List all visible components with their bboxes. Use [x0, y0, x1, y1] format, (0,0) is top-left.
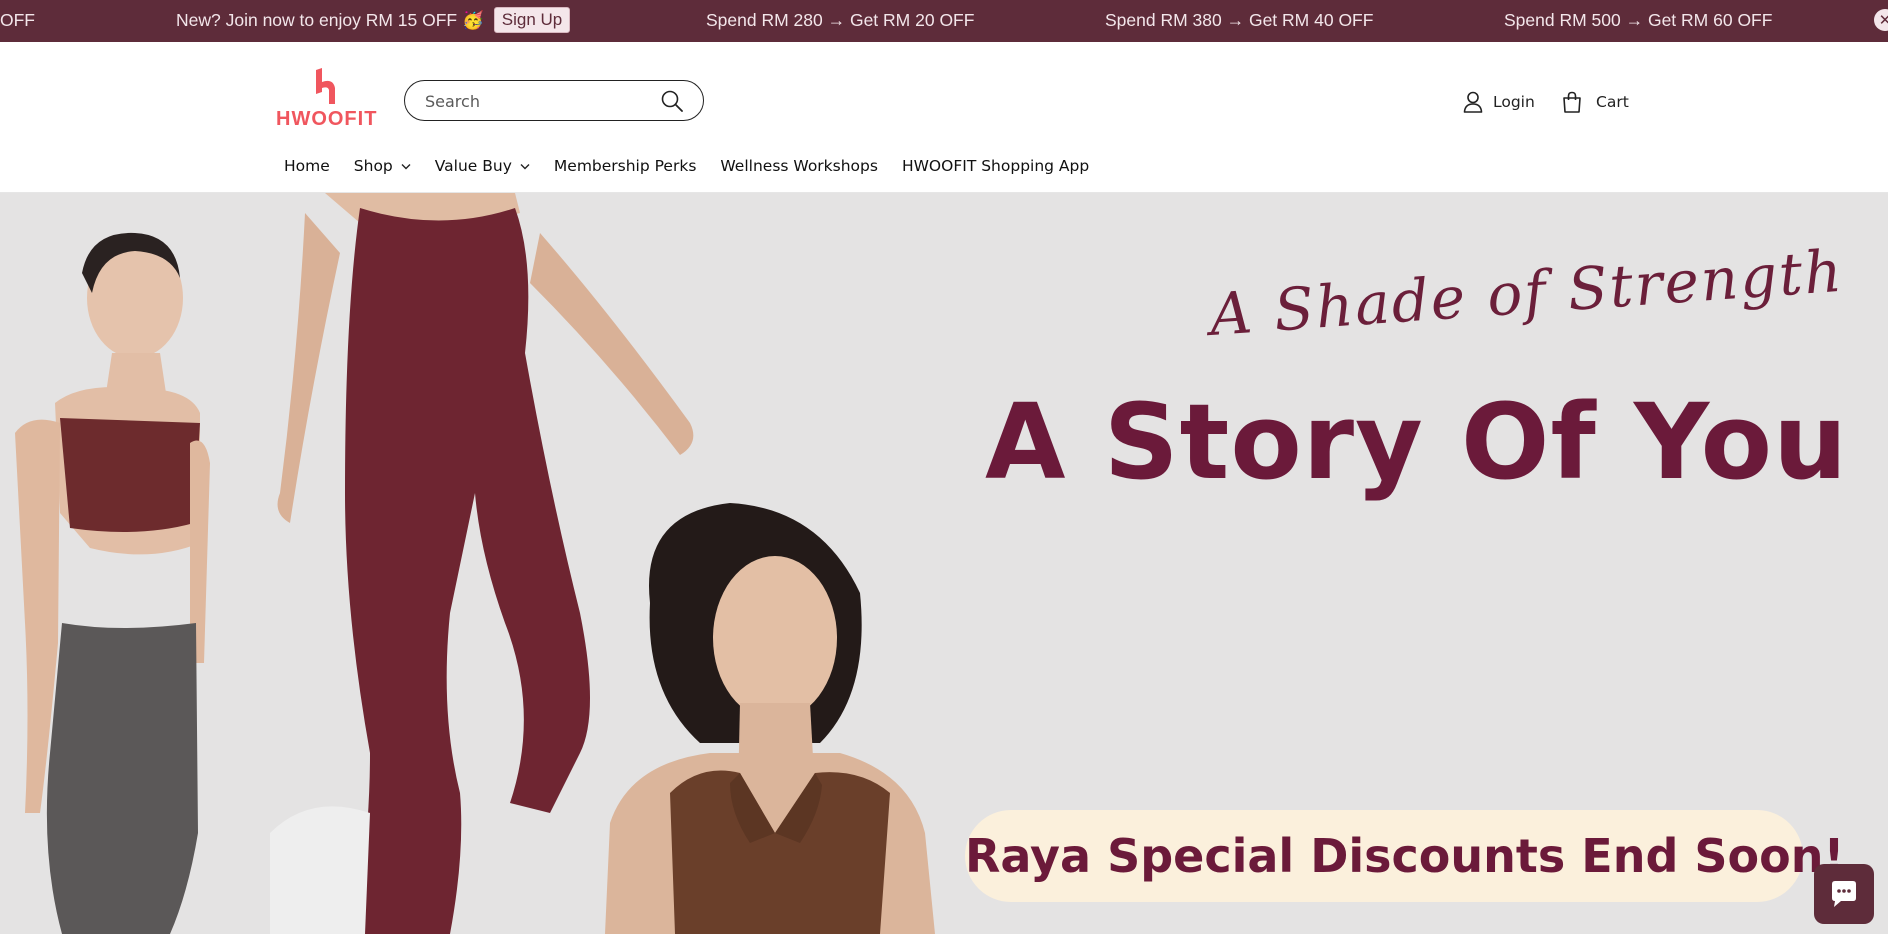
announcement-item: New? Join now to enjoy RM 15 OFF 🥳 Sign U… [176, 0, 571, 42]
nav-item-membership-perks[interactable]: Membership Perks [554, 157, 696, 175]
cart-icon [1563, 91, 1581, 113]
nav-item-label: Wellness Workshops [720, 157, 878, 175]
search-box[interactable] [404, 80, 704, 121]
logo[interactable]: HWOOFIT [276, 68, 376, 138]
hero-script-title: A Shade of Strength [1207, 236, 1846, 349]
announcement-item: OFF [0, 10, 35, 30]
chevron-down-icon [401, 163, 411, 169]
announcement-item: Spend RM 500 → Get RM 60 OFF [1504, 10, 1773, 30]
nav-item-label: Home [284, 157, 330, 175]
search-icon[interactable] [661, 90, 683, 112]
nav-item-label: Shop [353, 157, 393, 175]
chat-icon [1832, 881, 1856, 907]
nav-item-value-buy[interactable]: Value Buy [435, 157, 530, 175]
login-link[interactable]: Login [1463, 87, 1535, 117]
logo-mark-icon [316, 68, 335, 104]
main-nav: Home Shop Value Buy Membership Perks Wel… [272, 154, 1101, 178]
announcement-bar: OFF New? Join now to enjoy RM 15 OFF 🥳 Si… [0, 0, 1888, 42]
nav-item-label: Value Buy [434, 157, 512, 175]
cart-link[interactable]: Cart [1562, 87, 1629, 117]
login-label: Login [1493, 93, 1535, 111]
chevron-down-icon [520, 163, 530, 169]
search-input[interactable] [423, 88, 647, 114]
announcement-item: Spend RM 280 → Get RM 20 OFF [706, 10, 975, 30]
nav-item-shop[interactable]: Shop [354, 157, 411, 175]
hero-banner[interactable]: A Shade of Strength A Story Of You Raya … [0, 193, 1888, 934]
nav-item-home[interactable]: Home [284, 157, 330, 175]
announcement-text: New? Join now to enjoy RM 15 OFF 🥳 [176, 10, 484, 30]
chat-button[interactable] [1814, 864, 1874, 924]
cart-label: Cart [1596, 93, 1629, 111]
hero-title: A Story Of You [985, 381, 1849, 503]
nav-item-label: HWOOFIT Shopping App [901, 157, 1090, 175]
promo-banner[interactable]: Raya Special Discounts End Soon! [965, 810, 1845, 902]
model-image-left [15, 232, 210, 934]
logo-text: HWOOFIT [276, 108, 378, 130]
site-header: HWOOFIT Login Cart Home Shop Value Bu [0, 42, 1888, 193]
promo-banner-text: Raya Special Discounts End Soon! [965, 829, 1845, 883]
announcement-item: Spend RM 380 → Get RM 40 OFF [1105, 10, 1374, 30]
nav-item-label: Membership Perks [553, 157, 697, 175]
nav-item-shopping-app[interactable]: HWOOFIT Shopping App [902, 157, 1089, 175]
signup-button[interactable]: Sign Up [493, 7, 571, 34]
close-icon[interactable]: ✕ [1874, 9, 1888, 31]
nav-item-wellness-workshops[interactable]: Wellness Workshops [720, 157, 878, 175]
account-icon [1463, 91, 1483, 113]
model-image-right [605, 503, 935, 934]
